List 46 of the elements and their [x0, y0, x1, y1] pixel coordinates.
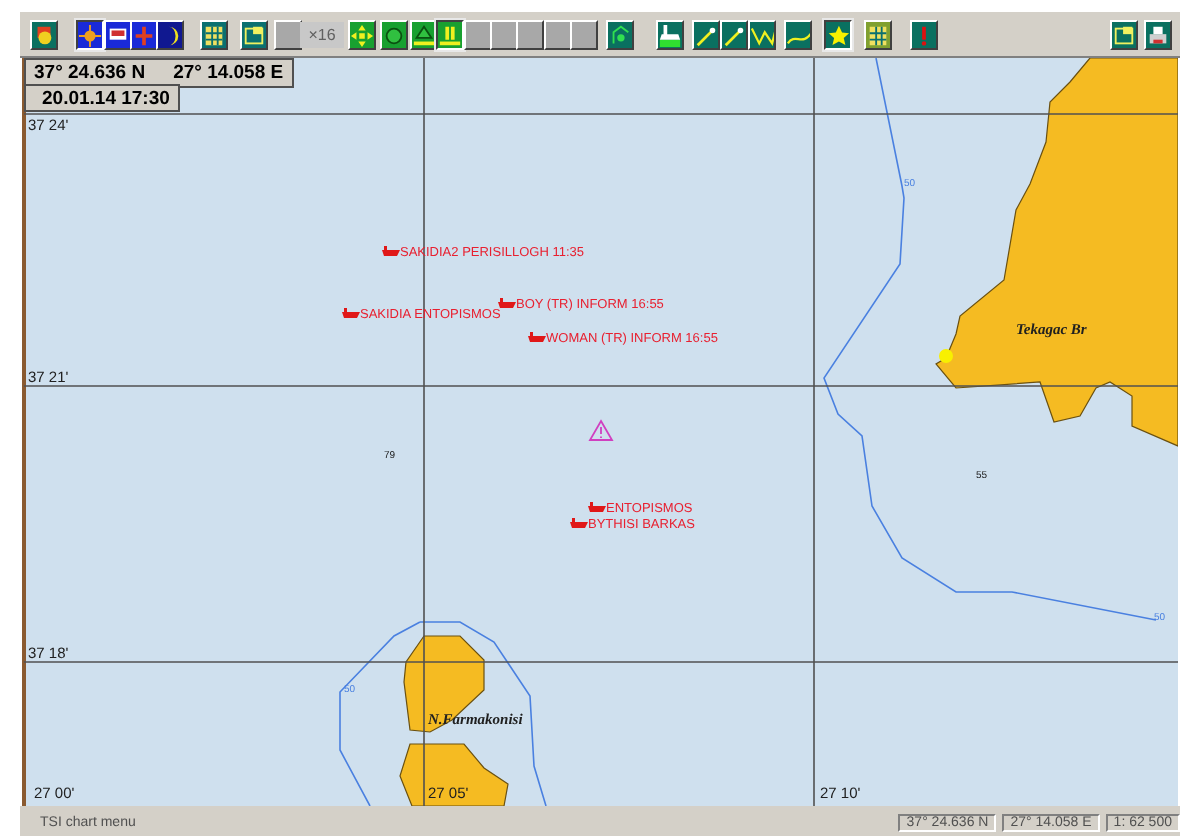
move-icon [350, 21, 374, 49]
datetime-readout: 20.01.14 17:30 [24, 84, 180, 112]
boat-icon[interactable] [498, 298, 516, 308]
island [399, 743, 509, 806]
empty-button[interactable] [490, 20, 518, 50]
cross-button[interactable] [130, 20, 158, 50]
ship-icon [658, 21, 682, 49]
position-marker[interactable] [939, 349, 953, 363]
moon-button[interactable] [156, 20, 184, 50]
star-icon [826, 21, 850, 49]
cross-icon [132, 21, 156, 49]
triangle-icon [412, 21, 436, 49]
latitude-readout: 37° 24.636 N [34, 62, 146, 84]
empty-button[interactable] [570, 20, 598, 50]
zigzag-button[interactable] [748, 20, 776, 50]
empty-button[interactable] [516, 20, 544, 50]
pen-button[interactable] [692, 20, 720, 50]
grid-button[interactable] [200, 20, 228, 50]
move-button[interactable] [348, 20, 376, 50]
boat-icon[interactable] [528, 332, 546, 342]
star-button[interactable] [824, 20, 852, 50]
pen-button[interactable] [720, 20, 748, 50]
boat-icon[interactable] [570, 518, 588, 528]
empty-button[interactable] [274, 20, 302, 50]
printer-icon [1146, 21, 1170, 49]
sun-icon [78, 21, 102, 49]
window-button[interactable] [240, 20, 268, 50]
longitude-readout: 27° 14.058 E [173, 62, 284, 84]
boat-icon[interactable] [382, 246, 400, 256]
warning-icon[interactable] [589, 420, 614, 441]
grid-icon [202, 21, 226, 49]
circle-button[interactable] [380, 20, 408, 50]
window-icon [242, 21, 266, 49]
boat-icon[interactable] [342, 308, 360, 318]
empty-button[interactable] [464, 20, 492, 50]
bars-icon [438, 21, 462, 49]
wave-button[interactable] [784, 20, 812, 50]
exclamation-button[interactable] [910, 20, 938, 50]
sun-button[interactable] [76, 20, 104, 50]
boat-icon[interactable] [588, 502, 606, 512]
monitor-button[interactable] [104, 20, 132, 50]
empty-button[interactable] [544, 20, 572, 50]
ship-button[interactable] [656, 20, 684, 50]
printer-button[interactable] [1144, 20, 1172, 50]
bars-button[interactable] [436, 20, 464, 50]
zoom-level: ×16 [300, 22, 344, 48]
